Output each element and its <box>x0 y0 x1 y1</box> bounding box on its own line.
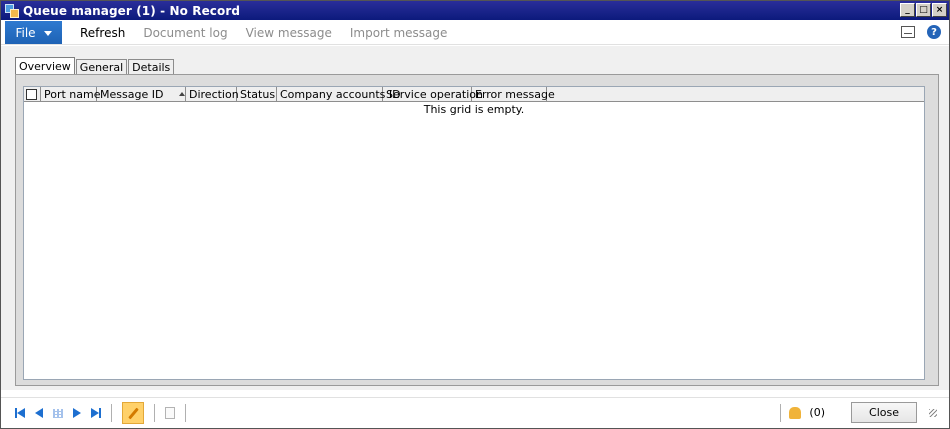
column-header-service-operation[interactable]: Service operation <box>383 86 483 102</box>
queue-manager-window: Queue manager (1) - No Record _ □ × File… <box>0 0 950 429</box>
toolbar-separator <box>154 404 155 422</box>
grid-header: Port name Message ID Direction Status Co… <box>24 86 924 102</box>
tab-general[interactable]: General <box>75 59 128 75</box>
title-bar[interactable]: Queue manager (1) - No Record _ □ × <box>1 1 949 20</box>
column-header-message-id[interactable]: Message ID <box>97 86 186 102</box>
first-record-icon[interactable] <box>15 408 25 418</box>
window-controls: _ □ × <box>900 3 947 17</box>
file-menu-label: File <box>15 25 36 40</box>
import-message-button[interactable]: Import message <box>350 26 448 40</box>
maximize-button[interactable]: □ <box>916 3 931 17</box>
attachments-icon[interactable] <box>165 407 175 419</box>
tab-overview[interactable]: Overview <box>15 57 75 75</box>
fact-box-toggle-icon[interactable] <box>901 26 915 38</box>
select-all-checkbox[interactable] <box>26 88 37 100</box>
column-header-status[interactable]: Status <box>237 86 277 102</box>
column-header-direction[interactable]: Direction <box>186 86 239 102</box>
previous-record-icon[interactable] <box>35 408 43 418</box>
document-log-button[interactable]: Document log <box>143 26 227 40</box>
window-title: Queue manager (1) - No Record <box>23 3 241 18</box>
close-window-button[interactable]: × <box>932 3 947 17</box>
close-button[interactable]: Close <box>851 402 917 423</box>
notification-bell-icon[interactable] <box>789 406 802 419</box>
tab-strip: Overview General Details <box>15 57 175 75</box>
grid-view-icon[interactable] <box>53 408 63 418</box>
app-icon <box>5 3 19 18</box>
column-header-port-name[interactable]: Port name <box>41 86 101 102</box>
grid-empty-message: This grid is empty. <box>423 103 525 116</box>
view-message-button[interactable]: View message <box>246 26 332 40</box>
last-record-icon[interactable] <box>91 408 101 418</box>
record-navigation <box>15 402 186 424</box>
action-pane-right-icons: ? <box>901 25 941 39</box>
toolbar-separator <box>185 404 186 422</box>
column-header-error-message[interactable]: Error message <box>472 86 555 102</box>
file-menu-button[interactable]: File <box>5 21 62 44</box>
column-header-message-id-label: Message ID <box>100 87 164 101</box>
toolbar-separator <box>780 403 782 422</box>
edit-mode-button[interactable] <box>122 402 144 424</box>
pencil-icon <box>127 407 139 419</box>
action-pane: File Refresh Document log View message I… <box>1 21 949 45</box>
minimize-button[interactable]: _ <box>900 3 915 17</box>
column-header-company-accounts-id[interactable]: Company accounts ID <box>277 86 401 102</box>
message-grid[interactable]: Port name Message ID Direction Status Co… <box>23 86 925 380</box>
tab-details[interactable]: Details <box>128 59 175 75</box>
help-icon[interactable]: ? <box>927 25 941 39</box>
overview-panel: Port name Message ID Direction Status Co… <box>15 74 939 386</box>
resize-grip-icon[interactable] <box>929 408 937 417</box>
next-record-icon[interactable] <box>73 408 81 418</box>
chevron-down-icon <box>43 31 52 36</box>
bottom-toolbar: (0) Close <box>1 397 949 428</box>
refresh-button[interactable]: Refresh <box>80 26 125 40</box>
select-all-column <box>24 86 41 102</box>
toolbar-separator <box>111 404 112 422</box>
notification-count: (0) <box>809 406 825 419</box>
status-area: (0) Close <box>780 402 937 423</box>
sort-ascending-icon <box>179 92 186 96</box>
